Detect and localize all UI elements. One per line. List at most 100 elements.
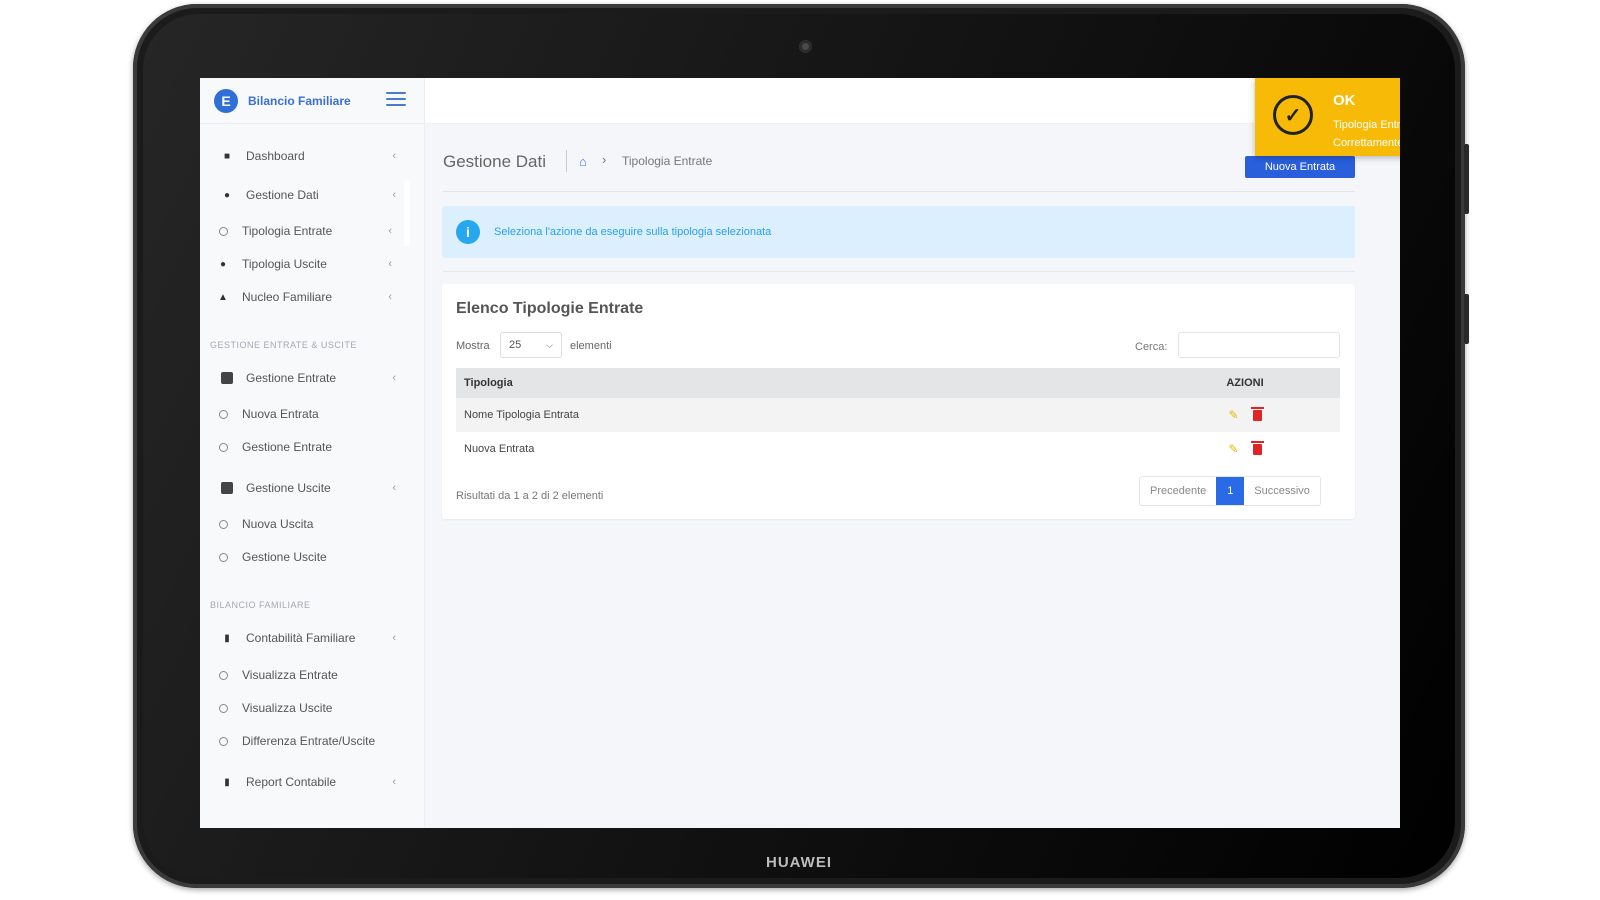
sidebar-item-label: Gestione Dati xyxy=(246,188,319,202)
table-card: Elenco Tipologie Entrate Mostra 25 ⌵ ele… xyxy=(442,284,1355,519)
sidebar-item-label: Report Contabile xyxy=(246,775,337,789)
circle-icon xyxy=(216,408,230,420)
sidebar-item-gestione-dati[interactable]: ● Gestione Dati ‹ xyxy=(220,184,396,206)
sidebar-item-tipologia-entrate[interactable]: Tipologia Entrate ‹ xyxy=(216,220,392,242)
success-toast: ✓ OK Tipologia Entrata Modificata Corret… xyxy=(1255,78,1400,156)
chevron-left-icon: ‹ xyxy=(388,291,392,303)
column-header-azioni: AZIONI xyxy=(1226,377,1264,389)
sidebar-item-dashboard[interactable]: ■ Dashboard ‹ xyxy=(220,145,396,167)
circle-icon xyxy=(216,518,230,530)
chevron-left-icon: ‹ xyxy=(392,776,396,788)
circle-icon xyxy=(216,669,230,681)
bullet-icon: ● xyxy=(219,258,227,270)
new-entry-button[interactable]: Nuova Entrata xyxy=(1245,156,1355,178)
circle-icon xyxy=(216,702,230,714)
row-actions: ✎ xyxy=(1150,406,1340,422)
edit-icon[interactable]: ✎ xyxy=(1228,408,1238,422)
chevron-left-icon: ‹ xyxy=(392,150,396,162)
prev-page-button[interactable]: Precedente xyxy=(1140,477,1216,505)
circle-icon xyxy=(216,551,230,563)
sidebar-item-label: Gestione Entrate xyxy=(242,440,333,454)
document-icon xyxy=(220,372,234,384)
page-size-value: 25 xyxy=(509,339,522,351)
row-actions: ✎ xyxy=(1150,440,1340,456)
chevron-left-icon: ‹ xyxy=(392,189,396,201)
sidebar-item-gestione-entrate-list[interactable]: Gestione Entrate xyxy=(216,436,392,458)
chevron-right-icon: › xyxy=(602,152,607,167)
elements-label: elementi xyxy=(570,340,612,352)
device-brand: HUAWEI xyxy=(766,854,832,871)
home-icon[interactable]: ⌂ xyxy=(579,154,587,169)
sidebar-item-visualizza-uscite[interactable]: Visualizza Uscite xyxy=(216,697,392,719)
sidebar-item-label: Gestione Uscite xyxy=(246,481,331,495)
chevron-left-icon: ‹ xyxy=(392,482,396,494)
sidebar-item-label: Differenza Entrate/Uscite xyxy=(242,734,376,748)
breadcrumb-current: Tipologia Entrate xyxy=(622,154,713,168)
sidebar-item-gestione-entrate[interactable]: Gestione Entrate ‹ xyxy=(220,367,396,389)
sidebar-item-label: Tipologia Entrate xyxy=(242,224,333,238)
main-content: Gestione Dati ⌂ › Tipologia Entrate Nuov… xyxy=(425,78,1400,828)
sidebar-item-nuova-uscita[interactable]: Nuova Uscita xyxy=(216,513,392,535)
app-title[interactable]: Bilancio Familiare xyxy=(248,94,351,108)
stage: HUAWEI E Bilancio Familiare ■ Dashboard … xyxy=(0,0,1600,900)
toast-title: OK xyxy=(1333,92,1356,109)
sidebar-item-label: Nucleo Familiare xyxy=(242,290,333,304)
chevron-left-icon: ‹ xyxy=(392,632,396,644)
divider xyxy=(443,271,1355,272)
sidebar-item-label: Contabilità Familiare xyxy=(246,631,356,645)
column-header-tipologia[interactable]: Tipologia xyxy=(456,377,1150,389)
info-alert: i Seleziona l'azione da eseguire sulla t… xyxy=(442,206,1355,258)
table-row: Nome Tipologia Entrata ✎ xyxy=(456,398,1340,432)
page-title: Gestione Dati xyxy=(443,152,546,171)
breadcrumb-divider xyxy=(566,150,567,172)
page-size-select[interactable]: 25 ⌵ xyxy=(500,332,562,358)
menu-toggle-icon[interactable] xyxy=(386,92,406,108)
table-header: Tipologia AZIONI xyxy=(456,368,1340,398)
sidebar-item-label: Nuova Entrata xyxy=(242,407,319,421)
card-title: Elenco Tipologie Entrate xyxy=(456,300,644,317)
delete-icon[interactable] xyxy=(1250,406,1264,421)
app-screen: E Bilancio Familiare ■ Dashboard ‹ ● Ges… xyxy=(200,78,1400,828)
sidebar-item-report-contabile[interactable]: ▮ Report Contabile ‹ xyxy=(220,771,396,793)
sidebar-item-gestione-uscite-list[interactable]: Gestione Uscite xyxy=(216,546,392,568)
page-1-button[interactable]: 1 xyxy=(1216,477,1245,505)
user-icon: ● xyxy=(223,189,231,201)
data-table: Tipologia AZIONI Nome Tipologia Entrata … xyxy=(456,368,1340,466)
sidebar-item-label: Nuova Uscita xyxy=(242,517,314,531)
results-info: Risultati da 1 a 2 di 2 elementi xyxy=(456,490,604,502)
next-page-button[interactable]: Successivo xyxy=(1244,477,1320,505)
cell-tipologia: Nome Tipologia Entrata xyxy=(464,409,579,421)
sidebar-scrollbar[interactable] xyxy=(404,180,410,246)
sidebar-item-contabilita-familiare[interactable]: ▮ Contabilità Familiare ‹ xyxy=(220,627,396,649)
check-circle-icon: ✓ xyxy=(1273,95,1313,135)
sidebar-item-label: Dashboard xyxy=(246,149,305,163)
edit-icon[interactable]: ✎ xyxy=(1228,442,1238,456)
sidebar-item-differenza[interactable]: Differenza Entrate/Uscite xyxy=(216,730,392,752)
circle-icon xyxy=(216,735,230,747)
topbar xyxy=(425,78,1400,124)
sidebar-item-label: Visualizza Uscite xyxy=(242,701,333,715)
chevron-left-icon: ‹ xyxy=(388,258,392,270)
show-label: Mostra xyxy=(456,340,490,352)
divider xyxy=(443,191,1355,192)
sidebar-item-gestione-uscite[interactable]: Gestione Uscite ‹ xyxy=(220,477,396,499)
chart-icon: ▮ xyxy=(224,632,230,644)
chevron-left-icon: ‹ xyxy=(388,225,392,237)
delete-icon[interactable] xyxy=(1250,440,1264,455)
search-input[interactable] xyxy=(1178,332,1340,358)
sidebar-item-nuova-entrata[interactable]: Nuova Entrata xyxy=(216,403,392,425)
cell-tipologia: Nuova Entrata xyxy=(464,443,535,455)
sidebar-item-nucleo-familiare[interactable]: ▲ Nucleo Familiare ‹ xyxy=(216,286,392,308)
sidebar-item-label: Gestione Entrate xyxy=(246,371,337,385)
dot-icon xyxy=(216,225,230,237)
sidebar-item-tipologia-uscite[interactable]: ● Tipologia Uscite ‹ xyxy=(216,253,392,275)
chevron-down-icon: ⌵ xyxy=(546,339,553,350)
sidebar-item-visualizza-entrate[interactable]: Visualizza Entrate xyxy=(216,664,392,686)
toast-message: Tipologia Entrata Modificata Correttamen… xyxy=(1333,119,1400,149)
pagination: Precedente 1 Successivo xyxy=(1139,476,1321,506)
table-row: Nuova Entrata ✎ xyxy=(456,432,1340,466)
sidebar-item-label: Visualizza Entrate xyxy=(242,668,338,682)
app-logo[interactable]: E xyxy=(214,88,238,113)
info-text: Seleziona l'azione da eseguire sulla tip… xyxy=(494,226,772,238)
search-label: Cerca: xyxy=(1135,341,1168,353)
